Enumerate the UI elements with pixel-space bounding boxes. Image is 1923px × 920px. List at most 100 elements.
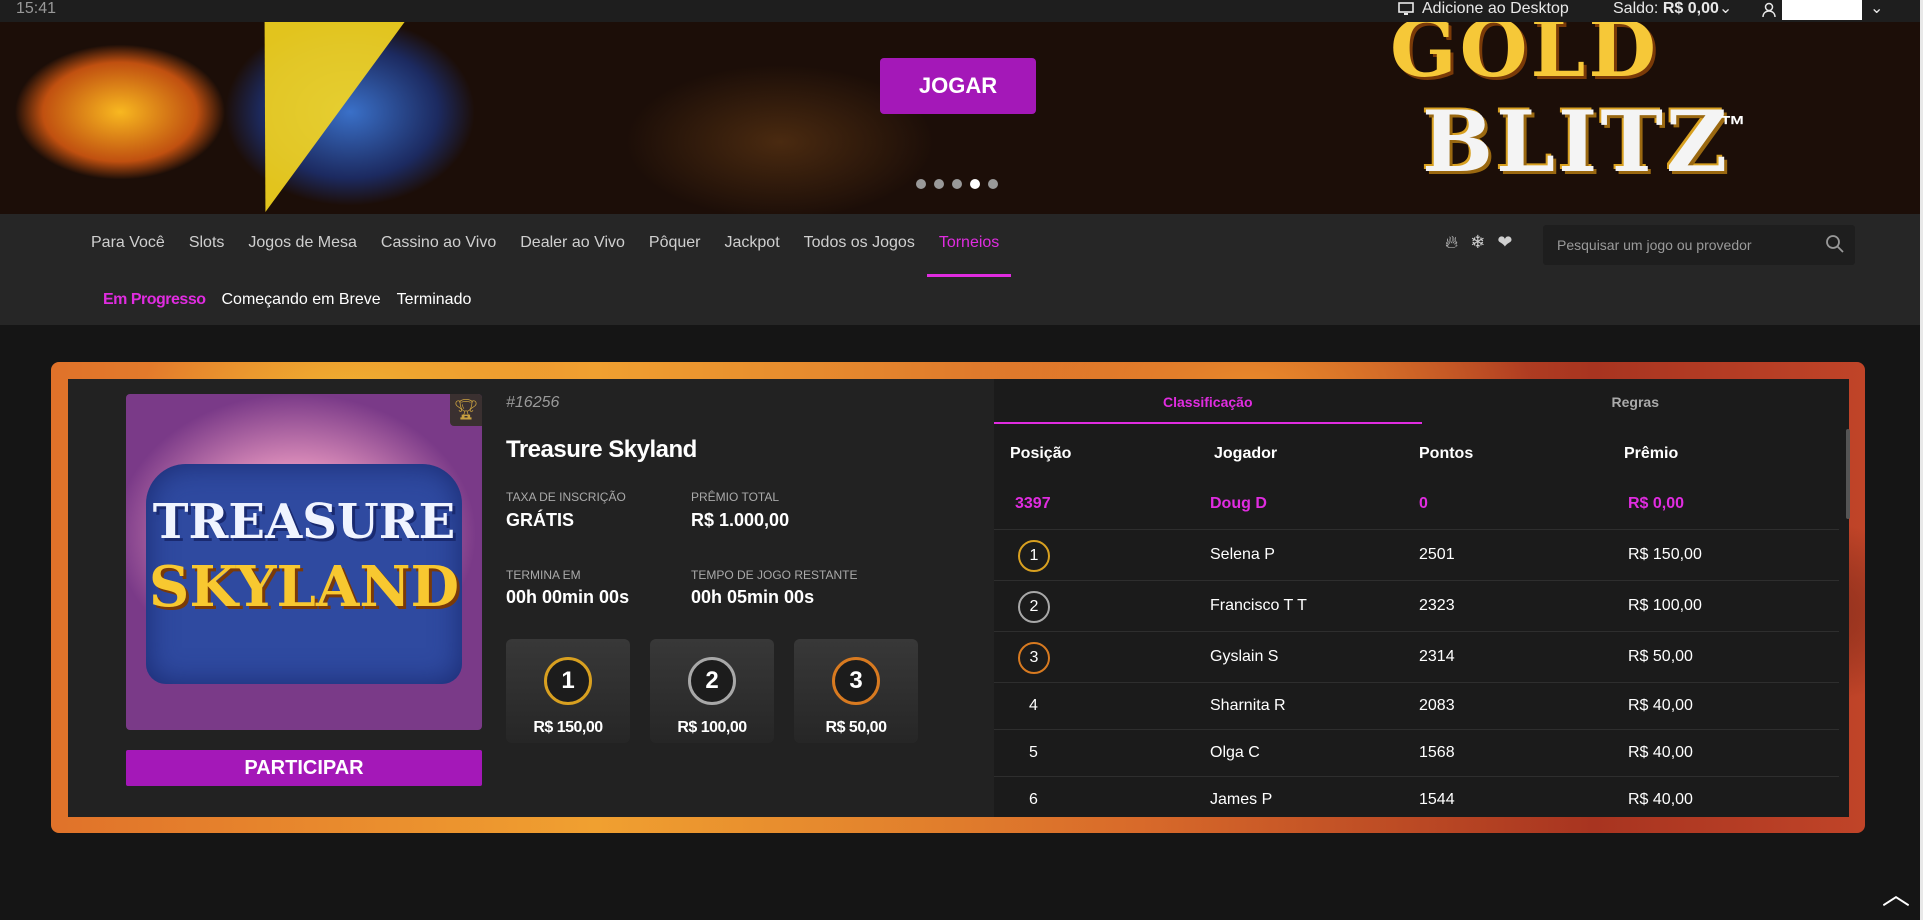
remaining-label: TEMPO DE JOGO RESTANTE [691, 568, 858, 582]
nav-item[interactable]: Cassino ao Vivo [381, 214, 496, 277]
row-prize: R$ 40,00 [1628, 791, 1693, 808]
row-player: Francisco T T [1210, 597, 1307, 614]
row-prize: R$ 40,00 [1628, 744, 1693, 761]
ends-label: TERMINA EM [506, 568, 581, 582]
game-thumbnail[interactable]: TREASURE SKYLAND [126, 394, 482, 730]
gold-medal-icon: 1 [544, 657, 592, 705]
top-bar: 15:41 Adicione ao Desktop Saldo: R$ 0,00… [0, 0, 1923, 22]
nav-item[interactable]: Slots [189, 214, 225, 277]
clock: 15:41 [16, 0, 57, 17]
rank-medal-icon: 3 [1018, 642, 1050, 674]
table-row: 2 Francisco T T 2323 R$ 100,00 [994, 581, 1839, 632]
balance-label: Saldo: [1613, 0, 1659, 17]
carousel-dot[interactable] [988, 179, 998, 189]
add-to-desktop-button[interactable]: Adicione ao Desktop [1398, 0, 1569, 18]
nav-item[interactable]: Todos os Jogos [804, 214, 915, 277]
header-position: Posição [1010, 445, 1072, 462]
ends-value: 00h 00min 00s [506, 587, 630, 607]
prize-second: 2 R$ 100,00 [650, 639, 774, 743]
tournament-id: #16256 [506, 394, 560, 411]
subtab[interactable]: Em Progresso [103, 291, 206, 309]
row-points: 0 [1419, 495, 1428, 512]
row-player: Gyslain S [1210, 648, 1279, 665]
search-input[interactable] [1543, 225, 1813, 265]
thumbnail-title-line2: SKYLAND [148, 554, 460, 620]
category-nav: Para Você Slots Jogos de Mesa Cassino ao Vi… [0, 214, 1920, 325]
thumbnail-title-line1: TREASURE [152, 494, 456, 550]
nav-item[interactable]: Torneios [926, 214, 1012, 277]
leaderboard-header: Posição Jogador Pontos Prêmio [994, 429, 1839, 479]
play-button[interactable]: JOGAR [880, 58, 1036, 114]
prize-amount: R$ 50,00 [825, 719, 887, 736]
user-menu[interactable] [1762, 0, 1862, 20]
prize-first: 1 R$ 150,00 [506, 639, 630, 743]
leaderboard-scrollbar[interactable] [1846, 429, 1850, 519]
row-prize: R$ 40,00 [1628, 697, 1693, 714]
subtab[interactable]: Terminado [397, 291, 472, 309]
balance-value: R$ 0,00 [1662, 0, 1719, 17]
rank-medal-icon: 1 [1018, 540, 1050, 572]
lightning-bolt-icon [195, 22, 405, 212]
carousel-dot[interactable] [970, 179, 980, 189]
leaderboard-tabs: Classificação Regras [994, 379, 1849, 426]
row-points: 2314 [1419, 648, 1455, 665]
row-position: 6 [1029, 791, 1038, 808]
row-points: 1544 [1419, 791, 1455, 808]
row-points: 2083 [1419, 697, 1455, 714]
row-position: 4 [1029, 697, 1038, 714]
prize-amount: R$ 100,00 [677, 719, 747, 736]
snowflake-icon[interactable]: ❄ [1470, 232, 1485, 253]
row-player: James P [1210, 791, 1273, 808]
main-menu: Para Você Slots Jogos de Mesa Cassino ao Vi… [91, 214, 1023, 277]
search-icon[interactable] [1825, 234, 1845, 254]
trophy-icon: 🏆︎ [450, 394, 482, 426]
carousel-dot[interactable] [916, 179, 926, 189]
nav-item[interactable]: Jackpot [725, 214, 780, 277]
table-row: 5 Olga C 1568 R$ 40,00 [994, 730, 1839, 777]
heart-icon[interactable]: ❤︎ [1497, 232, 1512, 253]
row-player: Doug D [1210, 495, 1267, 512]
nav-item[interactable]: Pôquer [649, 214, 701, 277]
leaderboard: Classificação Regras Posição Jogador Pon… [994, 379, 1849, 817]
row-prize: R$ 50,00 [1628, 648, 1693, 665]
trademark-mark: ™ [1720, 110, 1746, 140]
table-row: 6 James P 1544 R$ 40,00 [994, 777, 1839, 817]
chevron-up-icon[interactable]: ︿ [1882, 873, 1910, 913]
prize-amount: R$ 150,00 [533, 719, 603, 736]
tab-ranking[interactable]: Classificação [994, 379, 1422, 426]
row-player: Sharnita R [1210, 697, 1286, 714]
search-box [1543, 225, 1855, 265]
header-prize: Prêmio [1624, 445, 1679, 462]
subtab[interactable]: Começando em Breve [221, 291, 380, 309]
row-position: 5 [1029, 744, 1038, 761]
game-logo-line1: GOLD [1390, 22, 1660, 95]
balance-dropdown[interactable]: Saldo: R$ 0,00⌄ [1613, 0, 1732, 18]
table-row: 3 Gyslain S 2314 R$ 50,00 [994, 632, 1839, 683]
nav-item[interactable]: Para Você [91, 214, 165, 277]
row-position: 3397 [1015, 495, 1051, 512]
username-box [1782, 0, 1862, 20]
fire-icon[interactable]: 🔥︎ [1445, 232, 1458, 253]
header-player: Jogador [1214, 445, 1278, 462]
carousel-dot[interactable] [952, 179, 962, 189]
chevron-down-icon[interactable]: ⌄ [1870, 0, 1883, 18]
nav-item[interactable]: Dealer ao Vivo [520, 214, 625, 277]
join-tournament-button[interactable]: PARTICIPAR [126, 750, 482, 786]
table-row: 1 Selena P 2501 R$ 150,00 [994, 530, 1839, 581]
header-points: Pontos [1419, 445, 1474, 462]
hero-banner[interactable]: GOLD BLITZ ™ JOGAR [0, 22, 1920, 214]
tab-rules[interactable]: Regras [1422, 379, 1850, 426]
user-icon [1762, 2, 1776, 18]
fee-label: TAXA DE INSCRIÇÃO [506, 490, 626, 504]
rank-medal-icon: 2 [1018, 591, 1050, 623]
total-prize-value: R$ 1.000,00 [691, 510, 790, 530]
total-prize-label: PRÊMIO TOTAL [691, 490, 780, 504]
silver-medal-icon: 2 [688, 657, 736, 705]
nav-item[interactable]: Jogos de Mesa [248, 214, 357, 277]
carousel-dot[interactable] [934, 179, 944, 189]
row-prize: R$ 150,00 [1628, 546, 1702, 563]
row-points: 1568 [1419, 744, 1455, 761]
game-logo-line2: BLITZ [1422, 92, 1731, 191]
row-prize: R$ 0,00 [1628, 495, 1685, 512]
row-points: 2323 [1419, 597, 1455, 614]
